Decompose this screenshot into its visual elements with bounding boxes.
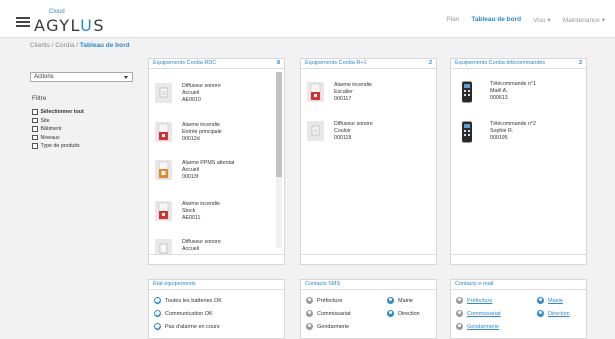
list-item[interactable]: Diffuseur sonore Accueil AE0010	[155, 83, 265, 119]
user-icon	[456, 310, 463, 317]
speaker-icon	[155, 83, 172, 103]
filter-niveaux[interactable]: Niveaux	[32, 134, 128, 142]
panel-header: Équipements Cordia RDC 8	[149, 59, 284, 69]
checkbox[interactable]	[32, 126, 38, 132]
status-row: Pas d'alarme en cours	[154, 323, 220, 330]
user-icon	[456, 297, 463, 304]
panel-equipements-telecommandes: Équipements Cordia télécommandes 2 Téléc…	[450, 58, 587, 265]
scrollbar-thumb[interactable]	[276, 72, 282, 177]
ppms-alarm-icon	[155, 160, 172, 180]
checkbox[interactable]	[32, 117, 38, 124]
panel-count: 8	[276, 60, 280, 66]
filter-select-all[interactable]: Sélectionner tout	[32, 108, 128, 116]
panel-equipements-rdc: Équipements Cordia RDC 8 Diffuseur sonor…	[148, 58, 285, 265]
breadcrumb: Clients / Cordia / Tableau de bord	[30, 42, 130, 49]
panel-contacts-email: Contacts e-mail Préfecture Commissariat …	[450, 279, 587, 339]
filter-site[interactable]: Site	[32, 117, 128, 125]
nav-tableau-de-bord[interactable]: Tableau de bord	[471, 16, 521, 24]
user-icon	[306, 297, 313, 304]
panel-footer	[149, 254, 284, 264]
menu-icon[interactable]	[16, 17, 30, 27]
panel-title: Équipements Cordia R+1	[305, 60, 367, 66]
contact-item[interactable]: Mairie	[387, 297, 413, 304]
breadcrumb-cordia[interactable]: Cordia	[55, 42, 74, 49]
user-icon	[387, 310, 394, 317]
fire-alarm-icon	[155, 201, 172, 221]
nav-visu[interactable]: Visu ▾	[533, 16, 551, 24]
nav-plan[interactable]: Plan	[446, 16, 459, 24]
check-icon	[154, 323, 161, 330]
list-item[interactable]: Alarme PPMS attentat Accueil 00013f	[155, 160, 265, 196]
filter-list: Sélectionner tout Site Bâtiment Niveaux …	[32, 108, 128, 151]
user-icon	[537, 297, 544, 304]
panel-title: Équipements Cordia télécommandes	[455, 60, 546, 66]
breadcrumb-clients[interactable]: Clients	[30, 42, 50, 49]
main-nav: Plan Tableau de bord Visu ▾ Maintenance …	[446, 16, 605, 24]
list-item[interactable]: Alarme incendie Stock AE0011	[155, 201, 265, 237]
panel-header: Équipements Cordia télécommandes 2	[451, 59, 586, 69]
checkbox[interactable]	[32, 109, 38, 115]
panel-header: Équipements Cordia R+1 2	[301, 59, 436, 69]
speaker-icon	[307, 121, 324, 141]
contact-item[interactable]: Gendarmerie	[456, 323, 499, 330]
contact-item[interactable]: Gendarmerie	[306, 323, 349, 330]
panel-equipements-r1: Équipements Cordia R+1 2 Alarme incendie…	[300, 58, 437, 265]
user-icon	[456, 323, 463, 330]
breadcrumb-current: Tableau de bord	[79, 42, 130, 49]
status-row: Communication OK	[154, 310, 213, 317]
status-row: Toutes les batteries OK	[154, 297, 222, 304]
panel-title: État équipements	[153, 281, 196, 287]
logo-text: AGYLUS	[34, 16, 106, 35]
user-icon	[306, 323, 313, 330]
contact-item[interactable]: Direction	[537, 310, 570, 317]
fire-alarm-icon	[155, 122, 172, 142]
top-bar: Cloud AGYLUS Plan Tableau de bord Visu ▾…	[0, 0, 615, 38]
list-item[interactable]: Télécommande n°2 Sophie R. 000195	[457, 121, 567, 157]
filter-type-produits[interactable]: Type de produits	[32, 142, 128, 150]
user-icon	[387, 297, 394, 304]
panel-title: Contacts e-mail	[455, 281, 494, 287]
contact-item[interactable]: Préfecture	[306, 297, 342, 304]
contact-item[interactable]: Préfecture	[456, 297, 492, 304]
panel-header: Contacts SMS	[301, 280, 436, 290]
checkbox[interactable]	[32, 134, 38, 141]
list-item[interactable]: Alarme incendie Escalier 000117	[307, 82, 417, 118]
contact-item[interactable]: Commissariat	[306, 310, 351, 317]
nav-maintenance[interactable]: Maintenance ▾	[563, 16, 605, 24]
speaker-icon	[155, 239, 172, 255]
panel-count: 2	[428, 60, 432, 66]
check-icon	[154, 297, 161, 304]
contact-item[interactable]: Mairie	[537, 297, 563, 304]
logo-cloud-label: Cloud	[49, 9, 65, 15]
panel-title: Contacts SMS	[305, 281, 341, 287]
contact-item[interactable]: Direction	[387, 310, 420, 317]
checkbox[interactable]	[32, 143, 38, 149]
contact-item[interactable]: Commissariat	[456, 310, 501, 317]
panel-header: Contacts e-mail	[451, 280, 586, 290]
list-item[interactable]: Alarme incendie Entrée principale 00012d	[155, 122, 265, 158]
panel-header: État équipements	[149, 280, 284, 290]
check-icon	[154, 310, 161, 317]
remote-control-icon	[461, 121, 473, 148]
panel-footer	[451, 254, 586, 264]
actions-select-value: Actions	[34, 74, 54, 80]
filter-batiment[interactable]: Bâtiment	[32, 125, 128, 133]
list-item[interactable]: Télécommande n°1 Maël A. 000613	[457, 81, 567, 117]
panel-etat-equipements: État équipements Toutes les batteries OK…	[148, 279, 285, 339]
panel-contacts-sms: Contacts SMS Préfecture Commissariat Gen…	[300, 279, 437, 339]
list-item[interactable]: Diffuseur sonore Couloir 000118	[307, 121, 417, 157]
user-icon	[306, 310, 313, 317]
filtre-heading: Filtre	[32, 95, 47, 102]
chevron-down-icon	[124, 76, 128, 79]
fire-alarm-icon	[307, 82, 324, 102]
panel-footer	[301, 254, 436, 264]
panel-title: Équipements Cordia RDC	[153, 60, 217, 66]
panel-count: 2	[578, 60, 582, 66]
user-icon	[537, 310, 544, 317]
remote-control-icon	[461, 81, 473, 108]
actions-select[interactable]: Actions	[30, 72, 133, 82]
list-item[interactable]: Diffuseur sonore Accueil	[155, 239, 265, 255]
